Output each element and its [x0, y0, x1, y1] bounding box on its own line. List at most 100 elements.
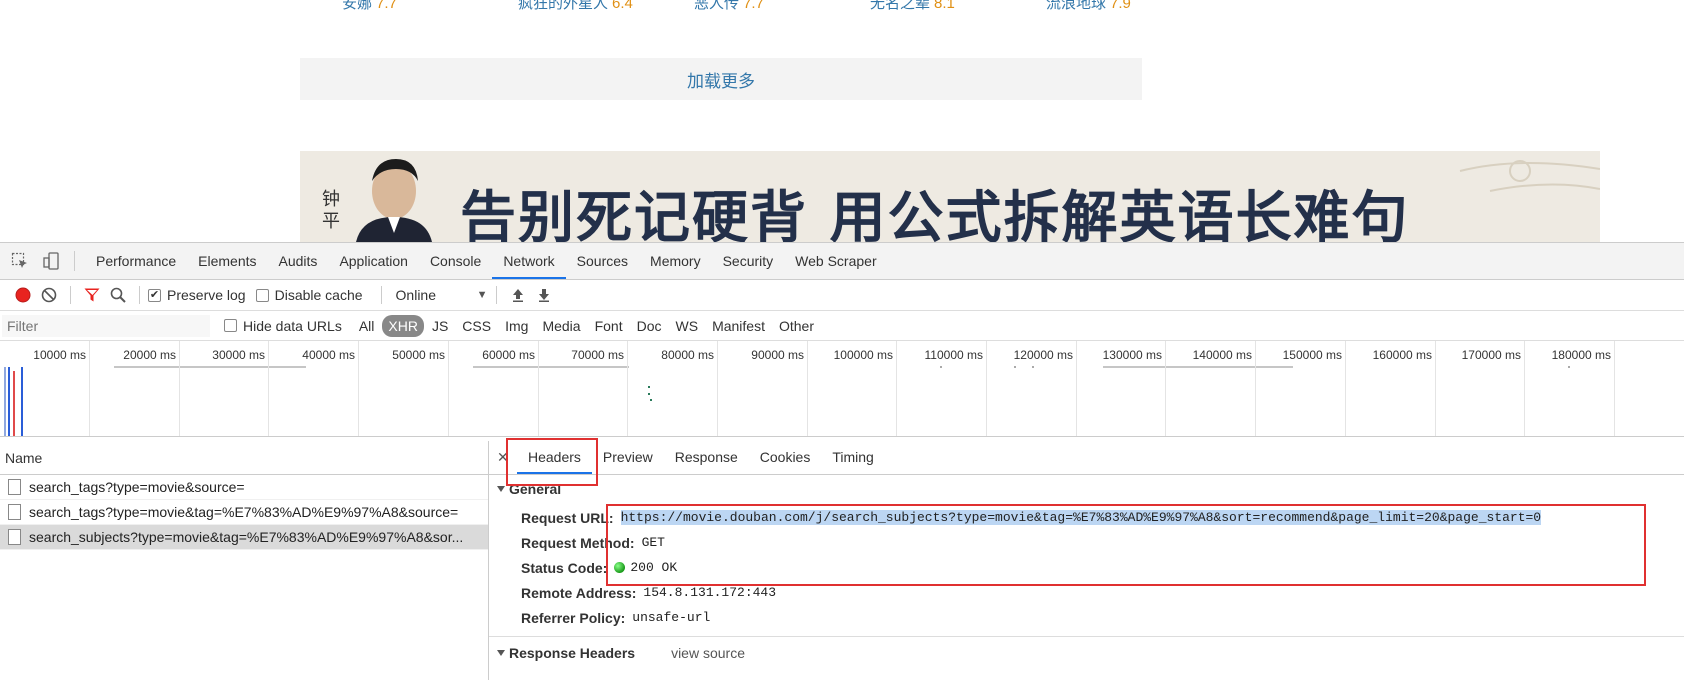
request-url-value[interactable]: https://movie.douban.com/j/search_subjec… [620, 510, 1542, 525]
tab-response[interactable]: Response [664, 442, 749, 474]
tab-elements[interactable]: Elements [187, 243, 267, 279]
throttling-select[interactable]: Online ▼ [396, 287, 488, 303]
filter-type-xhr[interactable]: XHR [382, 314, 424, 337]
movie-item[interactable]: 安娜 7.7 [342, 0, 518, 13]
timeline-gridline [179, 341, 180, 436]
filter-type-doc[interactable]: Doc [631, 316, 668, 336]
filter-type-media[interactable]: Media [536, 316, 586, 336]
request-row[interactable]: search_tags?type=movie&tag=%E7%83%AD%E9%… [0, 500, 488, 525]
triangle-down-icon [497, 650, 505, 656]
network-timeline-overview[interactable]: 10000 ms 20000 ms 30000 ms 40000 ms 50000 ms… [0, 341, 1684, 437]
import-har-icon[interactable] [505, 283, 531, 307]
checkbox-checked-icon[interactable]: ✔ [148, 288, 161, 302]
clear-icon[interactable] [36, 283, 62, 307]
timeline-tick-label: 50000 ms [392, 348, 445, 362]
banner-person-name: 钟平 [322, 189, 340, 232]
tab-network[interactable]: Network [492, 243, 566, 279]
search-icon[interactable] [105, 283, 131, 307]
portrait-image [356, 159, 432, 242]
hide-data-urls-checkbox[interactable]: Hide data URLs [224, 318, 342, 334]
tab-headers[interactable]: Headers [517, 442, 592, 474]
movie-list: 安娜 7.7 疯狂的外星人 6.4 恶人传 7.7 无名之辈 8.1 流浪地球 7.9 [342, 0, 1222, 13]
filter-bar: Hide data URLs All XHR JS CSS Img Media … [0, 311, 1684, 341]
referrer-policy-row: Referrer Policy: unsafe-url [521, 609, 711, 626]
timeline-activity-line [473, 366, 629, 368]
request-url-row: Request URL: https://movie.douban.com/j/… [521, 509, 1542, 526]
filter-type-ws[interactable]: WS [670, 316, 705, 336]
filter-type-all[interactable]: All [353, 316, 381, 336]
filter-type-other[interactable]: Other [773, 316, 820, 336]
request-row[interactable]: search_tags?type=movie&source= [0, 475, 488, 500]
filter-type-img[interactable]: Img [499, 316, 534, 336]
record-icon[interactable] [10, 283, 36, 307]
tab-performance[interactable]: Performance [85, 243, 187, 279]
timeline-gridline [1614, 341, 1615, 436]
timeline-tick-label: 70000 ms [571, 348, 624, 362]
tab-timing[interactable]: Timing [821, 442, 885, 474]
tab-cookies[interactable]: Cookies [749, 442, 822, 474]
file-icon [8, 479, 21, 495]
filter-type-manifest[interactable]: Manifest [706, 316, 771, 336]
filter-input[interactable] [2, 314, 210, 337]
timeline-request-bar [13, 371, 15, 436]
tab-sources[interactable]: Sources [566, 243, 639, 279]
banner-decoration [1459, 160, 1600, 192]
triangle-down-icon [497, 486, 505, 492]
timeline-tick-label: 20000 ms [123, 348, 176, 362]
movie-item[interactable]: 恶人传 7.7 [694, 0, 870, 13]
timeline-request-bar [4, 367, 6, 436]
network-toolbar: ✔ Preserve log Disable cache Online ▼ [0, 280, 1684, 311]
disable-cache-checkbox[interactable]: Disable cache [255, 287, 363, 303]
toolbar-divider [74, 251, 75, 271]
tab-web-scraper[interactable]: Web Scraper [784, 243, 887, 279]
general-section-toggle[interactable]: General [489, 477, 1684, 501]
checkbox-unchecked-icon[interactable] [224, 319, 237, 332]
device-toolbar-icon[interactable] [40, 249, 64, 273]
name-column-header[interactable]: Name [0, 441, 488, 475]
timeline-gridline [448, 341, 449, 436]
close-icon[interactable]: ✕ [497, 442, 517, 474]
tab-security[interactable]: Security [712, 243, 785, 279]
tab-memory[interactable]: Memory [639, 243, 712, 279]
tab-audits[interactable]: Audits [268, 243, 329, 279]
filter-type-css[interactable]: CSS [456, 316, 497, 336]
response-headers-section-toggle[interactable]: Response Headers view source [489, 641, 1684, 665]
status-code-row: Status Code: 200 OK [521, 559, 678, 576]
timeline-tick-label: 10000 ms [33, 348, 86, 362]
movie-item[interactable]: 无名之辈 8.1 [870, 0, 1046, 13]
timeline-tick-label: 90000 ms [751, 348, 804, 362]
tab-application[interactable]: Application [328, 243, 419, 279]
timeline-tick-label: 80000 ms [661, 348, 714, 362]
timeline-gridline [358, 341, 359, 436]
preserve-log-checkbox[interactable]: ✔ Preserve log [148, 287, 246, 303]
devtools-panel: Performance Elements Audits Application … [0, 242, 1684, 680]
toolbar-divider [139, 286, 140, 304]
filter-type-js[interactable]: JS [426, 316, 454, 336]
timeline-request-dot [648, 393, 650, 395]
checkbox-unchecked-icon[interactable] [255, 288, 269, 302]
timeline-request-dot [1568, 366, 1570, 368]
filter-icon[interactable] [79, 283, 105, 307]
view-source-link[interactable]: view source [671, 645, 745, 661]
request-detail-panel: ✕ Headers Preview Response Cookies Timin… [489, 441, 1684, 680]
banner-headline: 告别死记硬背 用公式拆解英语长难句 [460, 186, 1410, 242]
movie-item[interactable]: 疯狂的外星人 6.4 [518, 0, 694, 13]
ad-banner[interactable]: 钟平 告别死记硬背 用公式拆解英语长难句 [300, 151, 1600, 242]
filter-type-font[interactable]: Font [589, 316, 629, 336]
request-method-row: Request Method: GET [521, 534, 665, 551]
request-row-selected[interactable]: search_subjects?type=movie&tag=%E7%83%AD… [0, 525, 488, 550]
chevron-down-icon: ▼ [476, 289, 488, 301]
tab-preview[interactable]: Preview [592, 442, 664, 474]
timeline-tick-label: 40000 ms [302, 348, 355, 362]
load-more-button[interactable]: 加载更多 [300, 58, 1142, 100]
timeline-tick-label: 140000 ms [1192, 348, 1252, 362]
timeline-gridline [717, 341, 718, 436]
tab-console[interactable]: Console [419, 243, 492, 279]
movie-item[interactable]: 流浪地球 7.9 [1046, 0, 1222, 13]
detail-tabbar: ✕ Headers Preview Response Cookies Timin… [489, 441, 1684, 475]
timeline-gridline [1165, 341, 1166, 436]
inspect-element-icon[interactable] [8, 249, 32, 273]
timeline-gridline [1345, 341, 1346, 436]
export-har-icon[interactable] [531, 283, 557, 307]
toolbar-divider [495, 286, 497, 304]
